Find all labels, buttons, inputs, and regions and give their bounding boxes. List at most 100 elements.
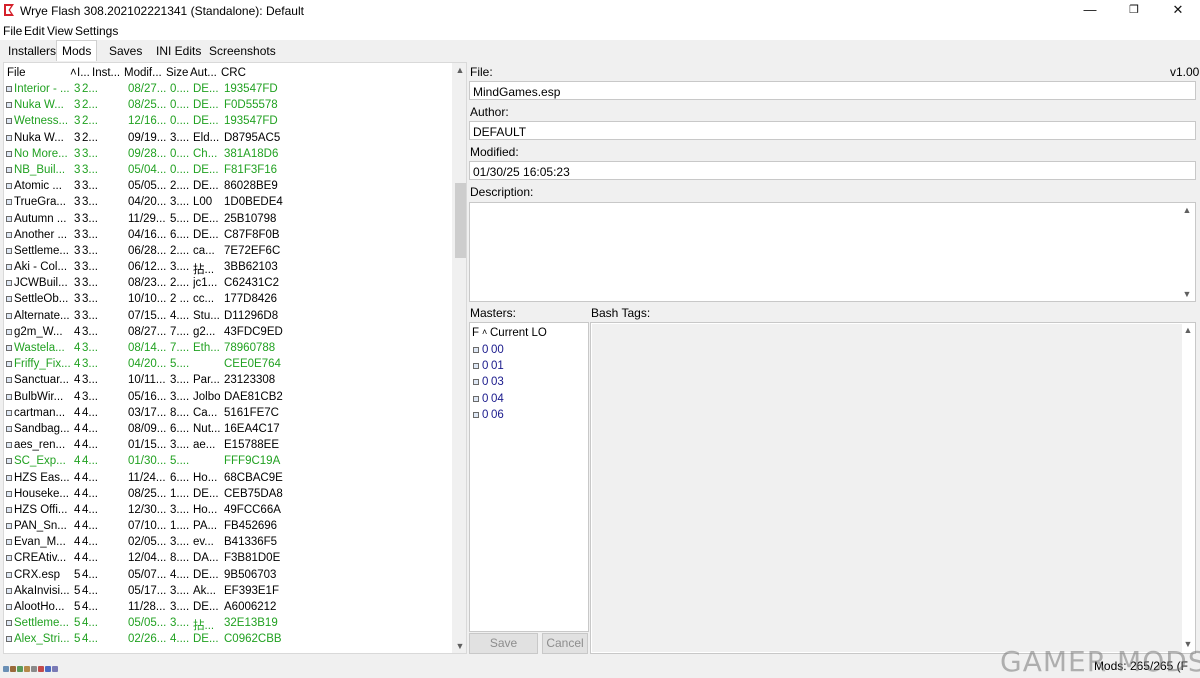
- row-checkbox[interactable]: [6, 328, 12, 335]
- menu-settings[interactable]: Settings: [75, 24, 118, 38]
- table-row[interactable]: NB_Buil... 3 3... 05/04... 0.... DE... F81F3F1…: [4, 163, 452, 179]
- row-checkbox[interactable]: [6, 393, 12, 400]
- table-row[interactable]: Interior - ... 3 2... 08/27... 0.... DE... 193…: [4, 82, 452, 98]
- table-row[interactable]: Autumn ... 3 3... 11/29... 5.... DE... 25B1079…: [4, 212, 452, 228]
- row-checkbox[interactable]: [6, 571, 12, 578]
- restore-button[interactable]: ❐: [1112, 0, 1156, 22]
- table-row[interactable]: Nuka W... 3 2... 09/19... 3.... Eld... D8795AC…: [4, 131, 452, 147]
- table-row[interactable]: Evan_M... 4 4... 02/05... 3.... ev... B41336F5: [4, 535, 452, 551]
- table-row[interactable]: Sandbag... 4 4... 08/09... 6.... Nut... 16EA4C…: [4, 422, 452, 438]
- bash-tags-scroll-up-icon[interactable]: ▲: [1183, 325, 1193, 335]
- table-row[interactable]: BulbWir... 4 3... 05/16... 3.... Jolbo DAE81CB…: [4, 390, 452, 406]
- row-checkbox[interactable]: [6, 166, 12, 173]
- table-row[interactable]: PAN_Sn... 4 4... 07/10... 1.... PA... FB452696: [4, 519, 452, 535]
- row-checkbox[interactable]: [6, 636, 12, 643]
- author-field[interactable]: DEFAULT: [469, 121, 1196, 140]
- row-checkbox[interactable]: [6, 247, 12, 254]
- scroll-up-icon[interactable]: ▲: [455, 65, 465, 75]
- row-checkbox[interactable]: [6, 150, 12, 157]
- row-checkbox[interactable]: [6, 102, 12, 109]
- row-checkbox[interactable]: [6, 296, 12, 303]
- row-checkbox[interactable]: [6, 506, 12, 513]
- table-row[interactable]: Wetness... 3 2... 12/16... 0.... DE... 193547F…: [4, 114, 452, 130]
- row-checkbox[interactable]: [6, 215, 12, 222]
- row-checkbox[interactable]: [6, 425, 12, 432]
- row-checkbox[interactable]: [6, 620, 12, 627]
- tab-screenshots[interactable]: Screenshots: [204, 43, 281, 61]
- table-row[interactable]: cartman... 4 4... 03/17... 8.... Ca... 5161FE7…: [4, 406, 452, 422]
- description-scroll-up-icon[interactable]: ▲: [1182, 205, 1192, 215]
- row-checkbox[interactable]: [6, 183, 12, 190]
- masters-column-file[interactable]: F: [472, 327, 479, 339]
- column-file[interactable]: File: [7, 67, 26, 79]
- description-textarea[interactable]: ▲ ▼: [469, 202, 1196, 302]
- tab-installers[interactable]: Installers: [3, 43, 61, 61]
- row-checkbox[interactable]: [6, 118, 12, 125]
- row-checkbox[interactable]: [6, 539, 12, 546]
- row-checkbox[interactable]: [6, 312, 12, 319]
- row-checkbox[interactable]: [6, 490, 12, 497]
- row-checkbox[interactable]: [6, 280, 12, 287]
- row-checkbox[interactable]: [6, 134, 12, 141]
- table-row[interactable]: HZS Offi... 4 4... 12/30... 3.... Ho... 49FCC6…: [4, 503, 452, 519]
- table-row[interactable]: JCWBuil... 3 3... 08/23... 2.... jc1... C62431…: [4, 276, 452, 292]
- row-checkbox[interactable]: [6, 555, 12, 562]
- table-row[interactable]: HZS Eas... 4 4... 11/24... 6.... Ho... 68CBAC9…: [4, 471, 452, 487]
- master-checkbox[interactable]: [473, 411, 479, 418]
- tab-ini-edits[interactable]: INI Edits: [151, 43, 206, 61]
- column-modified[interactable]: Modif...: [124, 67, 162, 79]
- menu-file[interactable]: File: [3, 24, 22, 38]
- tab-mods[interactable]: Mods: [56, 40, 98, 61]
- row-checkbox[interactable]: [6, 345, 12, 351]
- row-checkbox[interactable]: [6, 264, 12, 271]
- masters-list[interactable]: F ˄ Current LO 0 00 0 01 0 03 0 04 0 06: [469, 322, 589, 632]
- table-row[interactable]: Wastela... 4 3... 08/14... 7.... Eth... 789607…: [4, 341, 452, 357]
- row-checkbox[interactable]: [6, 442, 12, 449]
- menu-edit[interactable]: Edit: [24, 24, 45, 38]
- table-row[interactable]: Settleme... 3 3... 06/28... 2.... ca... 7E72EF…: [4, 244, 452, 260]
- mods-list[interactable]: File ˄ I... Inst... Modif... Size Aut...…: [3, 62, 467, 654]
- column-load-order[interactable]: I...: [77, 67, 90, 79]
- app-launcher-icon[interactable]: [17, 666, 23, 672]
- row-checkbox[interactable]: [6, 377, 12, 384]
- table-row[interactable]: Sanctuar... 4 3... 10/11... 3.... Par... 23123…: [4, 373, 452, 389]
- table-row[interactable]: g2m_W... 4 3... 08/27... 7.... g2... 43FDC9ED: [4, 325, 452, 341]
- app-launcher-icon[interactable]: [24, 666, 30, 672]
- row-checkbox[interactable]: [6, 86, 12, 92]
- mods-list-scrollbar[interactable]: ▲ ▼: [452, 63, 466, 653]
- table-row[interactable]: No More... 3 3... 09/28... 0.... Ch... 381A18D…: [4, 147, 452, 163]
- row-checkbox[interactable]: [6, 458, 12, 465]
- app-launcher-icon[interactable]: [10, 666, 16, 672]
- table-row[interactable]: Nuka W... 3 2... 08/25... 0.... DE... F0D55578: [4, 98, 452, 114]
- minimize-button[interactable]: —: [1068, 0, 1112, 22]
- table-row[interactable]: TrueGra... 3 3... 04/20... 3.... L00 1D0BEDE4: [4, 195, 452, 211]
- table-row[interactable]: Another ... 3 3... 04/16... 6.... DE... C87F8F…: [4, 228, 452, 244]
- table-row[interactable]: SC_Exp... 4 4... 01/30... 5.... FFF9C19A: [4, 454, 452, 470]
- table-row[interactable]: Houseke... 4 4... 08/25... 1.... DE... CEB75DA…: [4, 487, 452, 503]
- app-launcher-icon[interactable]: [52, 666, 58, 672]
- menu-view[interactable]: View: [47, 24, 73, 38]
- masters-column-current-lo[interactable]: Current LO: [490, 327, 547, 339]
- scroll-down-icon[interactable]: ▼: [455, 641, 465, 651]
- master-checkbox[interactable]: [473, 379, 479, 386]
- cancel-button[interactable]: Cancel: [542, 633, 588, 654]
- row-checkbox[interactable]: [6, 474, 12, 481]
- column-crc[interactable]: CRC: [221, 67, 246, 79]
- app-launcher-icon[interactable]: [3, 666, 9, 672]
- column-author[interactable]: Aut...: [190, 67, 217, 79]
- master-checkbox[interactable]: [473, 363, 479, 370]
- table-row[interactable]: AkaInvisi... 5 4... 05/17... 3.... Ak... EF393…: [4, 584, 452, 600]
- app-launcher-icon[interactable]: [45, 666, 51, 672]
- app-launcher-icon[interactable]: [31, 666, 37, 672]
- row-checkbox[interactable]: [6, 523, 12, 530]
- master-checkbox[interactable]: [473, 347, 479, 353]
- column-size[interactable]: Size: [166, 67, 188, 79]
- row-checkbox[interactable]: [6, 587, 12, 594]
- table-row[interactable]: CRX.esp 5 4... 05/07... 4.... DE... 9B506703: [4, 568, 452, 584]
- close-button[interactable]: ✕: [1156, 0, 1200, 22]
- table-row[interactable]: SettleOb... 3 3... 10/10... 2 ... cc... 177D84…: [4, 292, 452, 308]
- modified-field[interactable]: 01/30/25 16:05:23: [469, 161, 1196, 180]
- master-checkbox[interactable]: [473, 395, 479, 402]
- row-checkbox[interactable]: [6, 361, 12, 368]
- row-checkbox[interactable]: [6, 604, 12, 610]
